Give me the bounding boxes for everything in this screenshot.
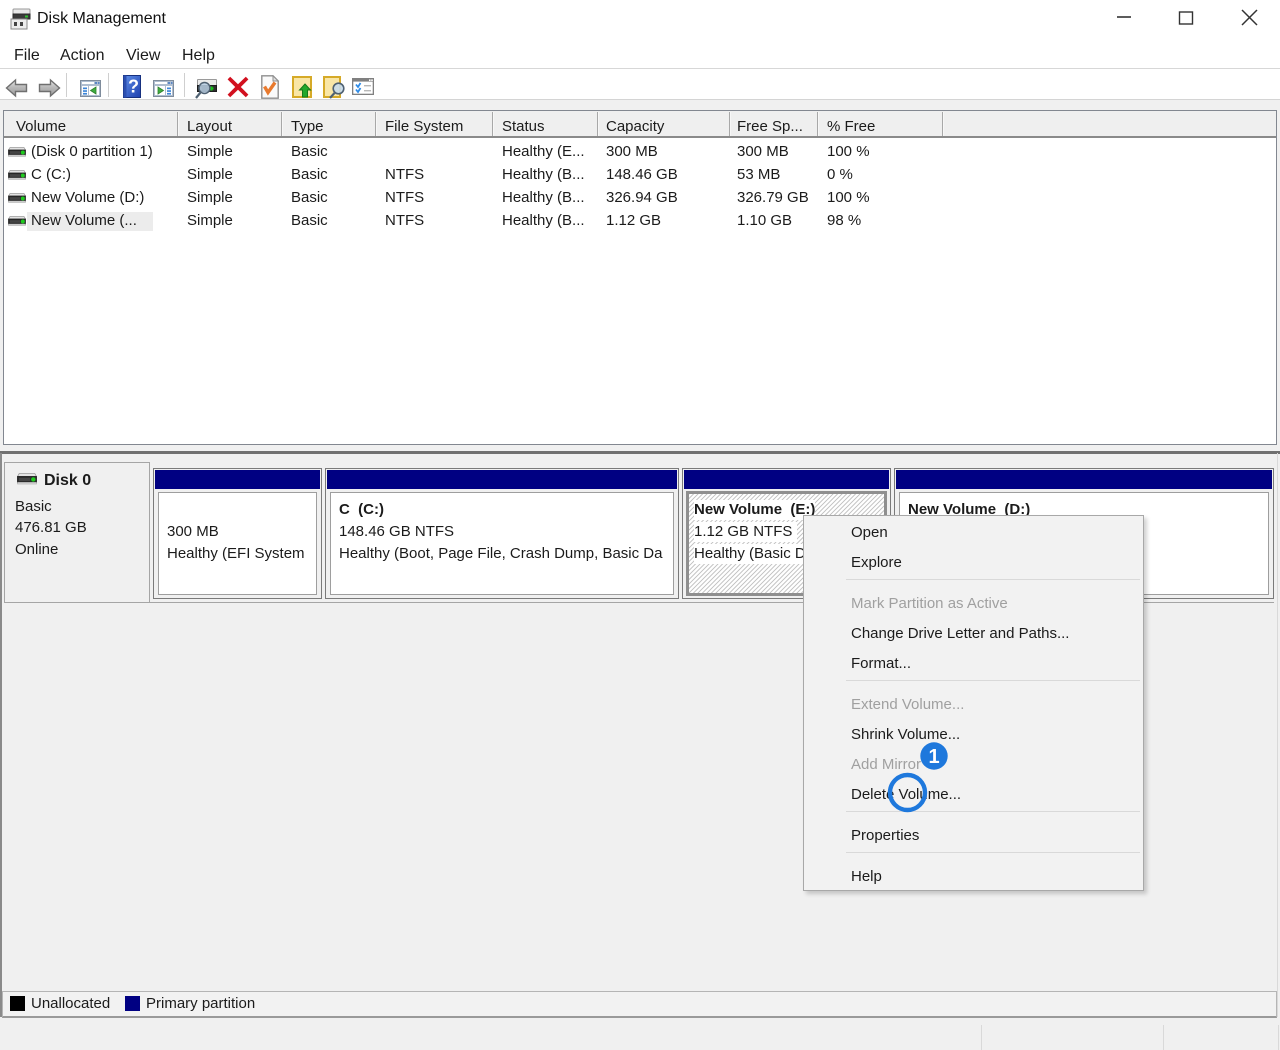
svg-text:1: 1	[928, 746, 939, 768]
svg-text:?: ?	[128, 77, 139, 97]
